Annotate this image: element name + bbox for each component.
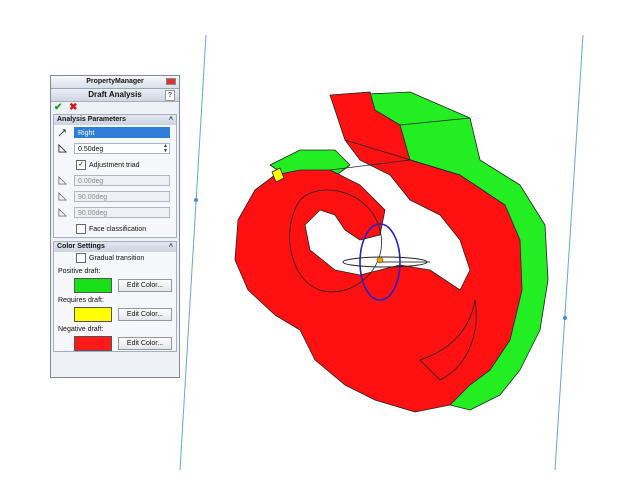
panel-options-icon[interactable] (166, 78, 176, 85)
draft-angle-icon (58, 144, 67, 153)
adjustment-triad-checkbox[interactable]: ✓ Adjustment triad (76, 160, 140, 170)
requires-color-row: Edit Color... (54, 306, 176, 322)
direction-row: Right (54, 125, 176, 141)
spin-arrows-icon[interactable]: ▲ ▼ (163, 144, 168, 154)
face-classification-label: Face classification (89, 225, 147, 233)
requires-color-swatch (74, 307, 112, 322)
checkbox-unchecked-icon (76, 224, 86, 234)
feature-title: Draft Analysis (88, 90, 142, 99)
angle-z-row: 90.00deg (54, 205, 176, 221)
color-settings-section: Color Settings ˄ Gradual transition Posi… (53, 241, 177, 352)
edit-negative-color-button[interactable]: Edit Color... (118, 337, 172, 350)
angle-y-input[interactable]: 90.00deg (74, 191, 170, 202)
analysis-parameters-header[interactable]: Analysis Parameters ˄ (54, 115, 176, 125)
collapse-chevron-icon[interactable]: ˄ (169, 115, 173, 125)
angle-z-input[interactable]: 90.00deg (74, 207, 170, 218)
direction-pull-icon (58, 129, 66, 137)
collapse-chevron-icon[interactable]: ˄ (169, 242, 173, 252)
positive-color-row: Edit Color... (54, 277, 176, 293)
cancel-x-icon[interactable]: ✖ (69, 102, 77, 113)
direction-field[interactable]: Right (74, 127, 170, 138)
requires-draft-label: Requires draft: (58, 297, 104, 304)
ok-cancel-row: ✔ ✖ (51, 102, 179, 114)
color-settings-title: Color Settings (57, 243, 105, 250)
draft-angle-row: 0.50deg ▲ ▼ (54, 141, 176, 157)
face-classification-checkbox[interactable]: Face classification (76, 224, 146, 234)
checkbox-checked-icon: ✓ (76, 160, 86, 170)
draft-angle-input[interactable]: 0.50deg ▲ ▼ (74, 143, 170, 154)
gradual-transition-row: Gradual transition (54, 252, 176, 264)
draft-angle-value: 0.50deg (78, 146, 104, 153)
analysis-parameters-title: Analysis Parameters (57, 116, 126, 123)
negative-color-row: Edit Color... (54, 335, 176, 351)
adjustment-triad-label: Adjustment triad (89, 161, 140, 169)
rotate-z-icon (58, 208, 67, 217)
positive-draft-label: Positive draft: (58, 268, 101, 275)
plane-edge-right (554, 34, 584, 471)
plane-handle-right[interactable] (563, 316, 567, 320)
angle-x-row: 0.00deg (54, 173, 176, 189)
edit-requires-color-button[interactable]: Edit Color... (118, 308, 172, 321)
property-manager-title: PropertyManager (86, 78, 144, 85)
gradual-transition-label: Gradual transition (89, 254, 145, 262)
gradual-transition-checkbox[interactable]: Gradual transition (76, 253, 144, 263)
negative-color-swatch (74, 336, 112, 351)
help-icon[interactable]: ? (165, 90, 175, 101)
face-classification-row: Face classification (54, 221, 176, 237)
triad-center[interactable] (376, 256, 384, 264)
rotate-y-icon (58, 192, 67, 201)
model-red-body (234, 91, 523, 413)
feature-header: Draft Analysis ? (51, 89, 179, 102)
angle-x-input[interactable]: 0.00deg (74, 175, 170, 186)
rotate-x-icon (58, 176, 67, 185)
plane-edge-left (179, 34, 207, 471)
negative-draft-label: Negative draft: (58, 326, 104, 333)
color-settings-header[interactable]: Color Settings ˄ (54, 242, 176, 252)
adjustment-triad-row: ✓ Adjustment triad (54, 157, 176, 173)
ok-check-icon[interactable]: ✔ (54, 102, 62, 113)
model-part[interactable] (234, 91, 549, 413)
plane-handle-left[interactable] (194, 198, 198, 202)
positive-color-swatch (74, 278, 112, 293)
property-manager-titlebar: PropertyManager (51, 76, 179, 89)
checkbox-unchecked-icon (76, 253, 86, 263)
analysis-parameters-section: Analysis Parameters ˄ Right 0.50deg ▲ ▼ ✓ A… (53, 114, 177, 238)
angle-y-row: 90.00deg (54, 189, 176, 205)
edit-positive-color-button[interactable]: Edit Color... (118, 279, 172, 292)
property-manager-panel: PropertyManager Draft Analysis ? ✔ ✖ Ana… (50, 75, 180, 378)
